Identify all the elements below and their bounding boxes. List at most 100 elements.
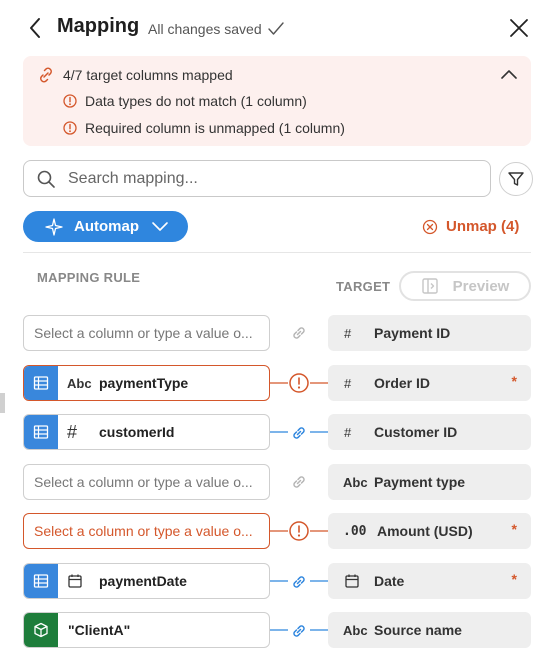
calendar-icon — [68, 574, 82, 588]
source-field[interactable]: # customerId — [23, 414, 270, 450]
error-circle-icon — [63, 121, 77, 135]
close-icon — [510, 19, 528, 37]
alert-collapse-button[interactable] — [499, 65, 519, 83]
target-type — [344, 573, 368, 589]
error-circle-icon — [63, 94, 77, 108]
source-input[interactable] — [34, 474, 266, 490]
search-box — [23, 160, 491, 197]
unmap-button[interactable]: Unmap (4) — [422, 218, 519, 235]
connector — [270, 414, 328, 450]
automap-button[interactable]: Automap — [23, 211, 188, 242]
target-name: Customer ID — [374, 424, 458, 440]
preview-label: Preview — [452, 277, 510, 295]
back-button[interactable] — [26, 16, 46, 40]
target-name: Source name — [374, 622, 462, 638]
target-name: Date — [374, 573, 405, 589]
linked-connector — [270, 427, 328, 439]
source-type: # — [67, 421, 78, 442]
target-header: TARGET — [336, 279, 391, 294]
connector — [270, 563, 328, 599]
link-icon[interactable] — [289, 472, 309, 492]
mapping-rule-header: MAPPING RULE — [37, 270, 141, 285]
table-icon — [33, 425, 49, 439]
alert-summary: 4/7 target columns mapped — [63, 67, 233, 83]
target-field: Abc Source name — [328, 612, 531, 648]
automap-label: Automap — [74, 218, 139, 235]
target-field: Abc Payment type — [328, 464, 531, 500]
required-marker: * — [511, 571, 517, 587]
error-connector — [270, 521, 328, 541]
divider — [23, 252, 531, 253]
cube-icon — [34, 622, 48, 638]
source-field[interactable]: "ClientA" — [23, 612, 270, 648]
linked-connector — [270, 625, 328, 637]
link-icon[interactable] — [289, 323, 309, 343]
chevron-left-icon — [30, 18, 40, 38]
preview-button[interactable]: Preview — [399, 271, 531, 301]
search-icon — [37, 170, 55, 188]
source-field[interactable]: paymentDate — [23, 563, 270, 599]
connector — [270, 365, 328, 401]
connector — [270, 464, 328, 500]
table-icon — [33, 376, 49, 390]
source-field[interactable] — [23, 464, 270, 500]
target-type: Abc — [343, 474, 368, 490]
error-connector — [270, 373, 328, 393]
target-name: Order ID — [374, 375, 431, 391]
target-field: # Order ID * — [328, 365, 531, 401]
target-type: # — [344, 325, 352, 341]
required-marker: * — [511, 373, 517, 389]
source-name: paymentType — [99, 375, 189, 391]
source-field[interactable] — [23, 513, 270, 549]
connector — [270, 612, 328, 648]
source-name: customerId — [99, 424, 175, 440]
source-field[interactable] — [23, 315, 270, 351]
source-type: Abc — [67, 375, 92, 391]
target-type: Abc — [343, 622, 368, 638]
broken-link-icon — [40, 67, 52, 83]
target-field: Date * — [328, 563, 531, 599]
calendar-icon — [345, 574, 359, 588]
connector — [270, 315, 328, 351]
target-field: .00 Amount (USD) * — [328, 513, 531, 549]
source-field[interactable]: Abc paymentType — [23, 365, 270, 401]
mapping-row: Abc Payment type — [0, 464, 537, 500]
target-field: # Payment ID — [328, 315, 531, 351]
target-type: .00 — [343, 523, 367, 539]
mapping-row: Abc paymentType # Order ID * — [0, 365, 537, 401]
column-source-icon — [24, 415, 58, 449]
source-input[interactable] — [34, 523, 266, 539]
mapping-row: # Payment ID — [0, 315, 537, 351]
unmap-label: Unmap (4) — [446, 218, 520, 235]
checkmark-icon — [267, 22, 284, 35]
filter-icon — [508, 172, 524, 186]
alert-issue: Data types do not match (1 column) — [85, 93, 307, 109]
header: Mapping All changes saved — [0, 0, 537, 56]
filter-button[interactable] — [499, 162, 533, 196]
panel-edge-handle — [0, 393, 5, 413]
preview-icon — [421, 278, 438, 294]
target-type: # — [344, 375, 352, 391]
column-source-icon — [24, 564, 58, 598]
target-type: # — [344, 424, 352, 440]
target-name: Payment ID — [374, 325, 451, 341]
remove-circle-icon — [422, 219, 438, 234]
sparkle-icon — [45, 217, 63, 236]
source-name: paymentDate — [99, 573, 187, 589]
column-source-icon — [24, 366, 58, 400]
source-input[interactable] — [34, 325, 266, 341]
mapping-alert: 4/7 target columns mapped Data types do … — [23, 56, 531, 146]
close-button[interactable] — [508, 17, 530, 39]
mapping-row: .00 Amount (USD) * — [0, 513, 537, 549]
target-field: # Customer ID — [328, 414, 531, 450]
target-name: Amount (USD) — [377, 523, 473, 539]
search-input[interactable] — [68, 169, 468, 188]
required-marker: * — [511, 521, 517, 537]
linked-connector — [270, 576, 328, 588]
target-name: Payment type — [374, 474, 466, 490]
constant-source-icon — [24, 613, 58, 647]
alert-issue: Required column is unmapped (1 column) — [85, 120, 345, 136]
save-status-text: All changes saved — [148, 21, 262, 37]
table-icon — [33, 574, 49, 588]
page-title: Mapping — [57, 15, 140, 37]
